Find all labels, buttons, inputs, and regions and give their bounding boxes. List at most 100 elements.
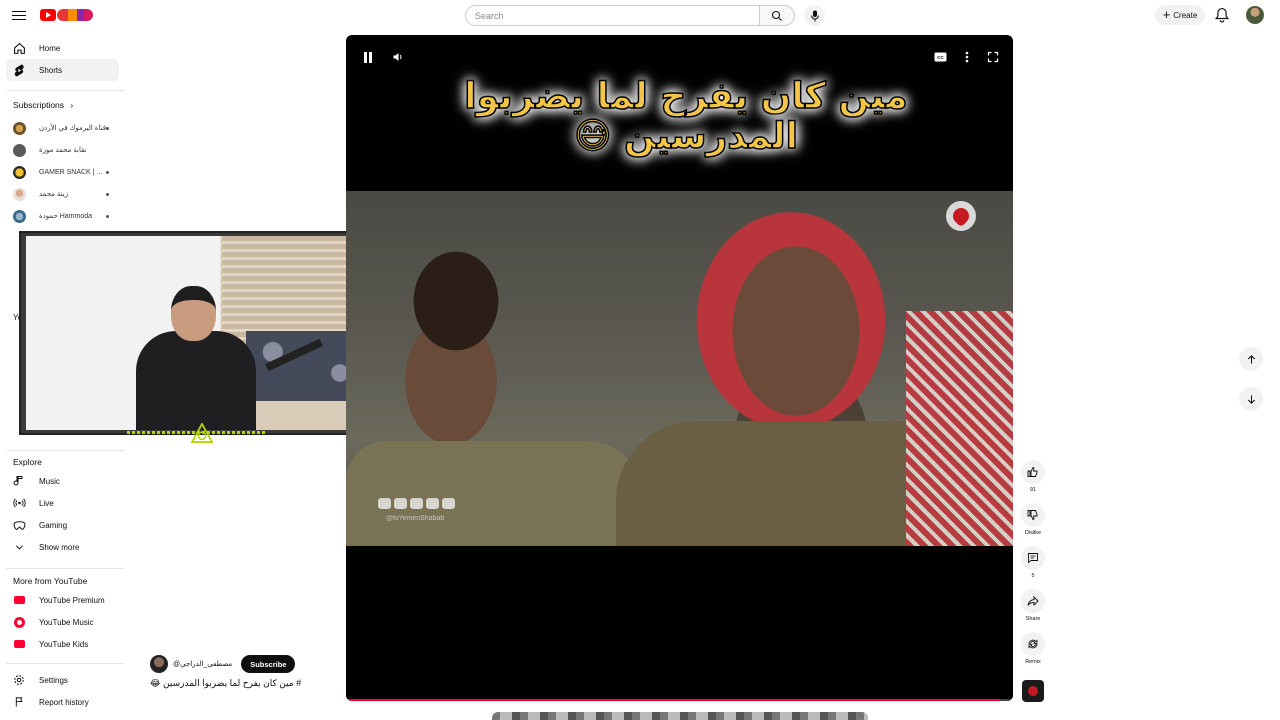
channel-avatar <box>12 165 26 179</box>
volume-icon <box>393 53 402 61</box>
video-caption: مين كان يفرح لما يضربوا المدرسين 😅 <box>406 76 966 158</box>
subscriptions-heading[interactable]: Subscriptions › <box>13 100 73 110</box>
chevron-right-icon: › <box>70 100 74 110</box>
channel-avatar[interactable] <box>150 655 168 673</box>
share-label: Share <box>1025 616 1041 622</box>
triangle-emblem-icon <box>191 423 213 443</box>
microphone-icon <box>810 10 819 21</box>
sidebar-item-label: Gaming <box>39 520 68 530</box>
channel-avatar <box>12 209 26 223</box>
youtube-kids-icon <box>13 640 25 648</box>
divider <box>6 90 124 91</box>
sidebar-item-youtube-music[interactable]: YouTube Music <box>6 611 119 633</box>
sidebar-item-gaming[interactable]: Gaming <box>6 514 119 536</box>
video-frame <box>346 191 1013 546</box>
search-button[interactable] <box>760 5 795 26</box>
voice-search-button[interactable] <box>804 5 825 26</box>
like-button[interactable] <box>1021 460 1045 484</box>
new-content-dot <box>106 170 109 174</box>
instagram-icon <box>426 498 439 509</box>
subscription-item[interactable]: نقابة محمد موزة <box>6 139 119 161</box>
top-bar: Search + Create <box>0 0 1280 32</box>
next-short-button[interactable] <box>1239 387 1263 411</box>
dislike-button[interactable] <box>1021 503 1045 527</box>
sidebar-item-shorts[interactable]: Shorts <box>6 59 119 81</box>
hamburger-menu-icon[interactable] <box>11 8 27 24</box>
plus-icon: + <box>1162 7 1171 22</box>
channel-handle[interactable]: @مصطفى_الدراجي <box>173 660 232 668</box>
caption-line-2: المدرسين 😅 <box>573 116 799 158</box>
more-options-button[interactable] <box>959 49 975 65</box>
progress-fill <box>346 699 1000 701</box>
subscription-item[interactable]: GAMER SNACK | ... <box>6 161 119 183</box>
channel-thumbnail[interactable] <box>1022 680 1044 702</box>
vertical-dots-icon <box>965 51 969 63</box>
sidebar-item-live[interactable]: Live <box>6 492 119 514</box>
sidebar-item-label: Show more <box>39 542 80 552</box>
watermark-handle: @tvYemenShabab <box>386 515 445 522</box>
account-avatar[interactable] <box>1246 6 1264 24</box>
letterbox-bottom <box>346 546 1013 701</box>
subscription-item[interactable]: قناة اليرموك في الأردن <box>6 117 119 139</box>
sidebar-item-label: YouTube Kids <box>39 639 89 649</box>
webcam-overlay <box>19 231 381 443</box>
sidebar-item-label: YouTube Music <box>39 617 94 627</box>
fullscreen-button[interactable] <box>985 49 1001 65</box>
new-content-dot <box>106 214 109 218</box>
sidebar-item-label: Home <box>39 43 61 53</box>
sidebar-item-youtube-kids[interactable]: YouTube Kids <box>6 633 119 655</box>
thumbs-down-icon <box>1027 510 1038 521</box>
remix-button[interactable] <box>1021 632 1045 656</box>
subscription-item[interactable]: زينة محمد <box>6 183 119 205</box>
sidebar-item-label: Shorts <box>39 65 63 75</box>
search-input[interactable]: Search <box>465 5 760 26</box>
caption-line-1: مين كان يفرح لما يضربوا <box>464 76 909 118</box>
youtube-logo[interactable] <box>40 8 93 22</box>
short-channel-info: @مصطفى_الدراجي Subscribe <box>150 655 296 673</box>
share-button[interactable] <box>1021 589 1045 613</box>
video-progress-bar[interactable] <box>346 699 1013 701</box>
subscription-name: نقابة محمد موزة <box>39 147 87 154</box>
comments-action: 5 <box>1021 546 1045 579</box>
channel-avatar <box>12 187 26 201</box>
like-count: 91 <box>1029 487 1037 493</box>
comments-button[interactable] <box>1021 546 1045 570</box>
captions-button[interactable]: CC <box>932 49 948 65</box>
volume-button[interactable] <box>390 49 406 65</box>
show-more-button[interactable]: Show more <box>6 536 119 558</box>
youtube-premium-icon <box>13 596 25 604</box>
sidebar-item-label: Report history <box>39 697 89 707</box>
subscription-name: GAMER SNACK | ... <box>39 168 103 176</box>
tiktok-icon <box>442 498 455 509</box>
pause-button[interactable] <box>360 49 376 65</box>
subscribe-button[interactable]: Subscribe <box>241 655 296 673</box>
sidebar-item-home[interactable]: Home <box>6 37 119 59</box>
notifications-bell-icon[interactable] <box>1215 7 1229 23</box>
sidebar-item-label: Settings <box>39 675 68 685</box>
pause-icon <box>364 51 372 63</box>
sidebar-item-music[interactable]: Music <box>6 470 119 492</box>
short-video-player[interactable]: مين كان يفرح لما يضربوا المدرسين 😅 @tvYe… <box>346 35 1013 701</box>
sidebar-item-label: Live <box>39 498 54 508</box>
previous-short-button[interactable] <box>1239 347 1263 371</box>
chevron-down-icon <box>15 544 23 550</box>
comment-count: 5 <box>1031 573 1035 579</box>
flag-icon <box>15 697 23 707</box>
sidebar-item-youtube-premium[interactable]: YouTube Premium <box>6 589 119 611</box>
subscription-name: زينة محمد <box>39 191 69 198</box>
remix-icon <box>1028 639 1038 649</box>
subscription-item[interactable]: حمودة Hammoda <box>6 205 119 227</box>
create-button[interactable]: + Create <box>1155 5 1205 25</box>
youtube-icon <box>378 498 391 509</box>
sidebar-item-report-history[interactable]: Report history <box>6 691 119 713</box>
live-broadcast-icon <box>12 498 26 508</box>
divider <box>6 663 124 664</box>
sidebar-item-settings[interactable]: Settings <box>6 669 119 691</box>
arrow-up-icon <box>1247 354 1255 364</box>
youtube-doodle <box>57 9 93 21</box>
channel-avatar <box>12 121 26 135</box>
subscriptions-title: Subscriptions <box>13 100 65 110</box>
next-short-preview[interactable] <box>492 712 868 720</box>
sidebar-item-label: YouTube Premium <box>39 595 105 605</box>
short-title[interactable]: # مين كان يفرح لما يضربوا المدرسين 😂 <box>150 678 310 689</box>
